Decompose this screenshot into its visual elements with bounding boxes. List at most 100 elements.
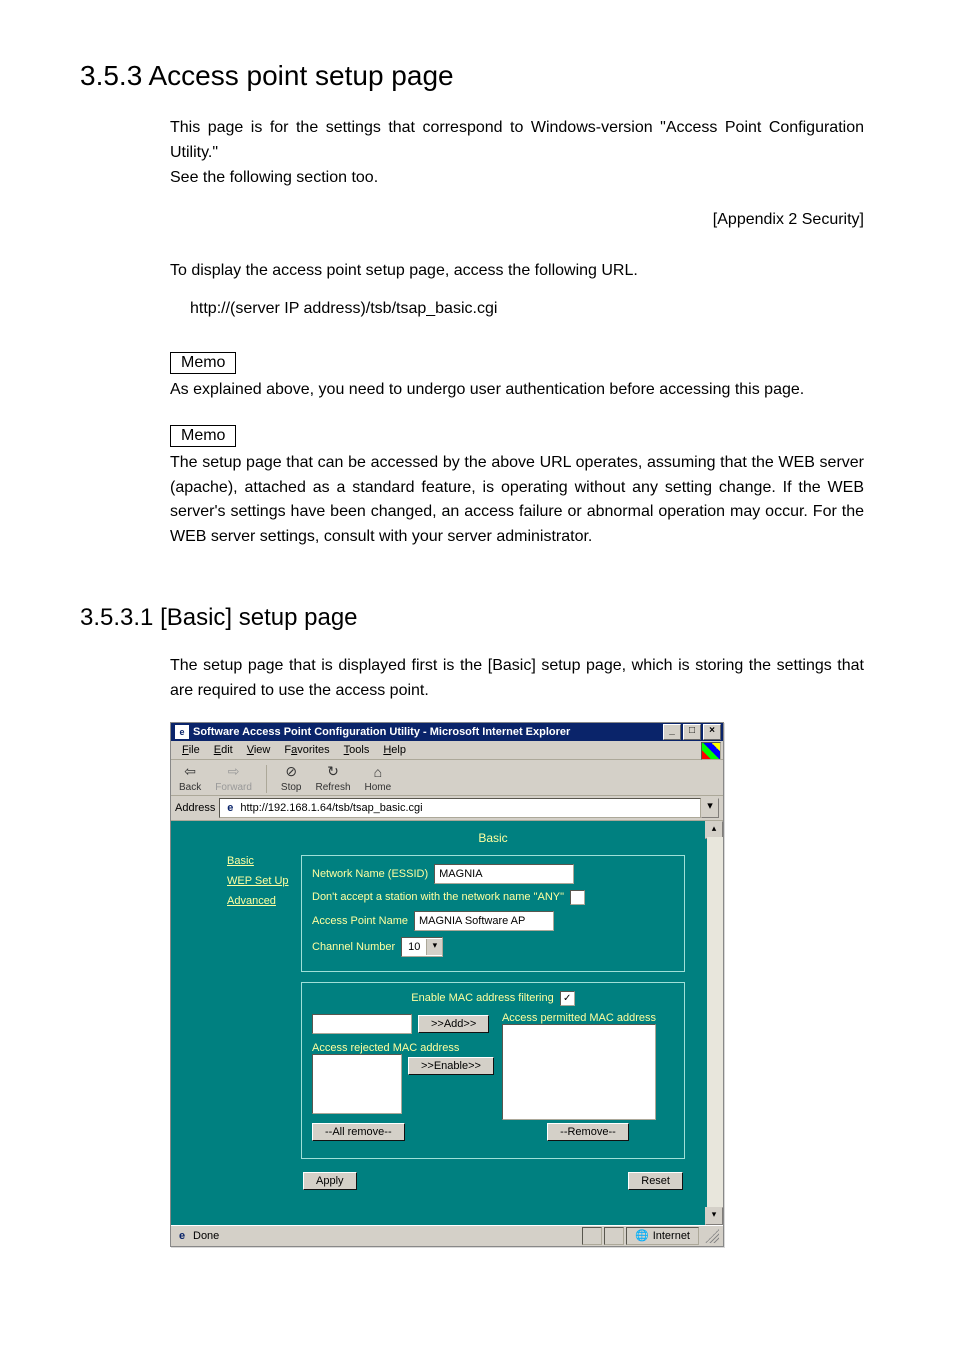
- left-gutter: [171, 821, 227, 1225]
- zone-text: Internet: [653, 1230, 690, 1242]
- reset-button[interactable]: Reset: [628, 1172, 683, 1190]
- scroll-down-button[interactable]: ▾: [705, 1207, 723, 1225]
- url-example: http://(server IP address)/tsb/tsap_basi…: [190, 300, 874, 318]
- status-text: Done: [193, 1230, 219, 1242]
- label: dit: [221, 744, 233, 756]
- label: Refresh: [316, 782, 351, 793]
- page-content: ▴ ▾ Basic WEP Set Up Advanced Basic Netw…: [171, 821, 723, 1225]
- para-353-url-intro: To display the access point setup page, …: [170, 259, 864, 284]
- label: Forward: [215, 782, 252, 793]
- macfilter-label: Enable MAC address filtering: [411, 992, 553, 1004]
- channel-label: Channel Number: [312, 941, 395, 953]
- chevron-down-icon: ▾: [426, 939, 442, 955]
- text: See the following section too.: [170, 169, 378, 186]
- label: elp: [391, 744, 406, 756]
- nav-basic[interactable]: Basic: [227, 855, 301, 867]
- panel-title: Basic: [301, 831, 685, 845]
- label: ile: [189, 744, 200, 756]
- label: Back: [179, 782, 201, 793]
- channel-select[interactable]: 10 ▾: [401, 937, 443, 957]
- memo-1-label: Memo: [170, 352, 236, 374]
- toolbar: ⇦ Back ⇨ Forward ⊘ Stop ↻ Refresh ⌂ Home: [171, 760, 723, 796]
- basic-settings-box: Network Name (ESSID) Don't accept a stat…: [301, 855, 685, 972]
- para-3531-intro: The setup page that is displayed first i…: [170, 654, 864, 704]
- stop-button[interactable]: ⊘ Stop: [277, 763, 306, 793]
- essid-label: Network Name (ESSID): [312, 868, 428, 880]
- label: vorites: [297, 744, 329, 756]
- ie-app-icon: e: [175, 725, 189, 739]
- done-icon: e: [175, 1229, 189, 1243]
- memo-2-label: Memo: [170, 425, 236, 447]
- appendix-ref: [Appendix 2 Security]: [170, 208, 864, 233]
- rejected-label: Access rejected MAC address: [312, 1042, 494, 1054]
- minimize-button[interactable]: _: [663, 724, 681, 740]
- status-pane: [582, 1227, 602, 1245]
- any-label: Don't accept a station with the network …: [312, 891, 564, 903]
- menu-edit[interactable]: Edit: [207, 743, 240, 757]
- globe-icon: 🌐: [635, 1229, 649, 1242]
- menubar: File Edit View Favorites Tools Help: [171, 741, 723, 760]
- permitted-listbox[interactable]: [502, 1024, 656, 1120]
- nav-wep[interactable]: WEP Set Up: [227, 875, 301, 887]
- macfilter-checkbox[interactable]: ✓: [560, 991, 575, 1006]
- close-button[interactable]: ×: [703, 724, 721, 740]
- titlebar: e Software Access Point Configuration Ut…: [171, 723, 723, 741]
- text: This page is for the settings that corre…: [170, 119, 864, 161]
- label: Home: [365, 782, 392, 793]
- security-zone: 🌐 Internet: [626, 1227, 699, 1245]
- menu-favorites[interactable]: Favorites: [277, 743, 336, 757]
- heading-353: 3.5.3 Access point setup page: [80, 60, 874, 92]
- mac-filter-box: Enable MAC address filtering ✓ >>Add>> A…: [301, 982, 685, 1159]
- enable-button[interactable]: >>Enable>>: [408, 1057, 494, 1075]
- status-pane: [604, 1227, 624, 1245]
- back-button[interactable]: ⇦ Back: [175, 763, 205, 793]
- home-icon: ⌂: [368, 763, 388, 781]
- remove-button[interactable]: --Remove--: [547, 1123, 629, 1141]
- para-353-intro: This page is for the settings that corre…: [170, 116, 864, 190]
- address-dropdown-button[interactable]: ▾: [701, 798, 719, 818]
- mac-entry-input[interactable]: [312, 1014, 412, 1034]
- menu-view[interactable]: View: [240, 743, 278, 757]
- label: Stop: [281, 782, 302, 793]
- menu-help[interactable]: Help: [376, 743, 413, 757]
- sidebar-nav: Basic WEP Set Up Advanced: [227, 821, 301, 1225]
- maximize-button[interactable]: □: [683, 724, 701, 740]
- menu-tools[interactable]: Tools: [337, 743, 377, 757]
- address-text: http://192.168.1.64/tsb/tsap_basic.cgi: [240, 802, 422, 814]
- menu-file[interactable]: File: [175, 743, 207, 757]
- address-input[interactable]: e http://192.168.1.64/tsb/tsap_basic.cgi: [219, 798, 701, 818]
- address-label: Address: [175, 802, 215, 814]
- label: iew: [254, 744, 271, 756]
- rejected-listbox[interactable]: [312, 1054, 402, 1114]
- apname-input[interactable]: [414, 911, 554, 931]
- permitted-label: Access permitted MAC address: [502, 1012, 674, 1024]
- main-panel: Basic Network Name (ESSID) Don't accept …: [301, 821, 705, 1225]
- apname-label: Access Point Name: [312, 915, 408, 927]
- forward-button[interactable]: ⇨ Forward: [211, 763, 256, 793]
- heading-3531: 3.5.3.1 [Basic] setup page: [80, 604, 874, 632]
- windows-logo-icon: [701, 742, 721, 760]
- resize-grip-icon[interactable]: [705, 1229, 719, 1243]
- apply-button[interactable]: Apply: [303, 1172, 357, 1190]
- address-bar: Address e http://192.168.1.64/tsb/tsap_b…: [171, 796, 723, 821]
- any-checkbox[interactable]: [570, 890, 585, 905]
- memo-2-text: The setup page that can be accessed by t…: [170, 451, 864, 550]
- stop-icon: ⊘: [281, 763, 301, 781]
- forward-arrow-icon: ⇨: [224, 763, 244, 781]
- refresh-button[interactable]: ↻ Refresh: [312, 763, 355, 793]
- nav-advanced[interactable]: Advanced: [227, 895, 301, 907]
- scrollbar-track[interactable]: [707, 837, 723, 1209]
- page-icon: e: [223, 801, 237, 815]
- back-arrow-icon: ⇦: [180, 763, 200, 781]
- home-button[interactable]: ⌂ Home: [361, 763, 396, 793]
- essid-input[interactable]: [434, 864, 574, 884]
- all-remove-button[interactable]: --All remove--: [312, 1123, 405, 1141]
- label: ools: [349, 744, 369, 756]
- memo-1-text: As explained above, you need to undergo …: [170, 378, 864, 403]
- ie-window: e Software Access Point Configuration Ut…: [170, 722, 724, 1247]
- add-button[interactable]: >>Add>>: [418, 1015, 489, 1033]
- status-bar: e Done 🌐 Internet: [171, 1225, 723, 1246]
- refresh-icon: ↻: [323, 763, 343, 781]
- toolbar-separator: [266, 765, 267, 793]
- window-title: Software Access Point Configuration Util…: [193, 726, 663, 738]
